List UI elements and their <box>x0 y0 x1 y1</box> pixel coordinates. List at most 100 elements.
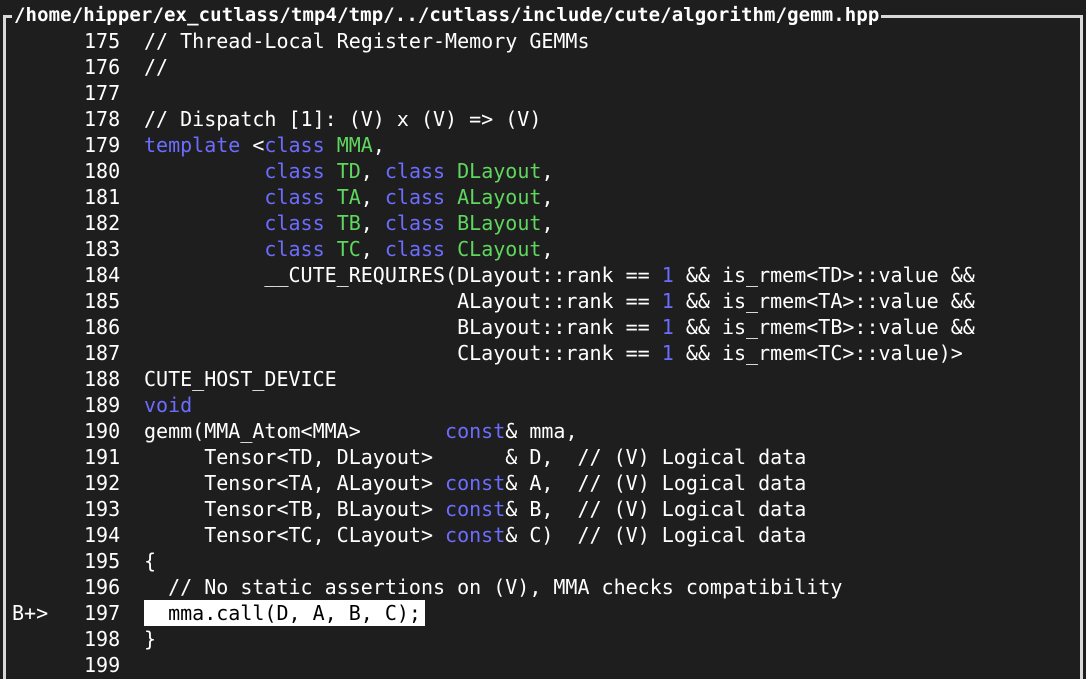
source-line[interactable]: 190 gemm(MMA_Atom<MMA> const& mma, <box>0 418 1086 444</box>
line-number: 189 <box>84 393 121 417</box>
code-token: class <box>264 237 325 261</box>
source-line[interactable]: 189 void <box>0 392 1086 418</box>
source-line[interactable]: 186 BLayout::rank == 1 && is_rmem<TB>::v… <box>0 314 1086 340</box>
code-token: class <box>384 185 446 209</box>
code-token: class <box>264 133 325 157</box>
source-line[interactable]: 199 <box>0 652 1086 678</box>
code-token: TB <box>336 211 361 235</box>
code-token: const <box>445 419 506 443</box>
line-number: 195 <box>84 549 121 573</box>
code-token: // No static assertions on (V), MMA chec… <box>144 575 843 599</box>
source-text: Tensor<TC, CLayout> const& C) // (V) Log… <box>144 522 806 548</box>
source-line[interactable]: 177 <box>0 80 1086 106</box>
source-line[interactable]: 182 class TB, class BLayout, <box>0 210 1086 236</box>
source-line[interactable]: 187 CLayout::rank == 1 && is_rmem<TC>::v… <box>0 340 1086 366</box>
source-text: class TA, class ALayout, <box>144 184 553 210</box>
line-number: 196 <box>84 575 121 599</box>
source-line[interactable]: 192 Tensor<TA, ALayout> const& A, // (V)… <box>0 470 1086 496</box>
code-token: & A, // (V) Logical data <box>505 471 807 495</box>
source-text: // <box>144 54 168 80</box>
source-text: gemm(MMA_Atom<MMA> const& mma, <box>144 418 578 444</box>
code-token: , <box>541 211 554 235</box>
line-number: 188 <box>84 367 121 391</box>
source-text: void <box>144 392 192 418</box>
line-number: 199 <box>84 653 121 677</box>
current-source-line[interactable]: B+> 197 mma.call(D, A, B, C); <box>0 600 1086 626</box>
code-token: { <box>144 549 157 573</box>
code-token: , <box>360 211 385 235</box>
code-token: // <box>144 55 169 79</box>
code-token: __CUTE_REQUIRES(DLayout::rank == <box>144 263 662 287</box>
source-code-pane[interactable]: 175 // Thread-Local Register-Memory GEMMs… <box>0 28 1086 678</box>
source-line[interactable]: 179 template <class MMA, <box>0 132 1086 158</box>
line-number: 178 <box>84 107 121 131</box>
source-text: ALayout::rank == 1 && is_rmem<TA>::value… <box>144 288 975 314</box>
source-line[interactable]: 184 __CUTE_REQUIRES(DLayout::rank == 1 &… <box>0 262 1086 288</box>
code-token: & B, // (V) Logical data <box>505 497 807 521</box>
source-line[interactable]: 178 // Dispatch [1]: (V) x (V) => (V) <box>0 106 1086 132</box>
code-token: ALayout::rank == <box>144 289 662 313</box>
line-number: 179 <box>84 133 121 157</box>
line-number: 191 <box>84 445 121 469</box>
code-token: void <box>144 393 193 417</box>
source-line[interactable]: 175 // Thread-Local Register-Memory GEMMs <box>0 28 1086 54</box>
line-number: 183 <box>84 237 121 261</box>
source-text: // Thread-Local Register-Memory GEMMs <box>144 28 590 54</box>
source-line[interactable]: 191 Tensor<TD, DLayout> & D, // (V) Logi… <box>0 444 1086 470</box>
code-token: && is_rmem<TA>::value && <box>673 289 975 313</box>
code-token: template <box>144 133 241 157</box>
code-token: class <box>384 211 446 235</box>
source-line[interactable]: 185 ALayout::rank == 1 && is_rmem<TA>::v… <box>0 288 1086 314</box>
code-token: class <box>264 211 325 235</box>
code-token: < <box>240 133 265 157</box>
source-text: template <class MMA, <box>144 132 385 158</box>
code-token: 1 <box>661 289 674 313</box>
source-text: } <box>144 626 156 652</box>
source-text: // No static assertions on (V), MMA chec… <box>144 574 842 600</box>
code-token: && is_rmem<TC>::value)> <box>673 341 963 365</box>
code-token: TD <box>336 159 361 183</box>
code-token: CLayout::rank == <box>144 341 662 365</box>
code-token: & C) // (V) Logical data <box>505 523 807 547</box>
code-token: const <box>445 497 506 521</box>
line-number: 181 <box>84 185 121 209</box>
code-token: class <box>384 237 446 261</box>
code-token: CLayout <box>457 237 542 261</box>
code-token: class <box>384 159 446 183</box>
code-token: Tensor<TA, ALayout> <box>144 471 446 495</box>
source-text: CUTE_HOST_DEVICE <box>144 366 337 392</box>
source-text: __CUTE_REQUIRES(DLayout::rank == 1 && is… <box>144 262 974 288</box>
source-line[interactable]: 193 Tensor<TB, BLayout> const& B, // (V)… <box>0 496 1086 522</box>
source-line[interactable]: 198} <box>0 626 1086 652</box>
source-line[interactable]: 176 // <box>0 54 1086 80</box>
source-line[interactable]: 194 Tensor<TC, CLayout> const& C) // (V)… <box>0 522 1086 548</box>
source-file-title: /home/hipper/ex_cutlass/tmp4/tmp/../cutl… <box>12 2 882 28</box>
source-line[interactable]: 183 class TC, class CLayout, <box>0 236 1086 262</box>
source-line[interactable]: 180 class TD, class DLayout, <box>0 158 1086 184</box>
line-number: 185 <box>84 289 121 313</box>
code-token: TA <box>336 185 361 209</box>
source-text: class TC, class CLayout, <box>144 236 553 262</box>
code-token: Tensor<TB, BLayout> <box>144 497 446 521</box>
code-token: 1 <box>661 315 674 339</box>
code-token: BLayout::rank == <box>144 315 662 339</box>
source-line[interactable]: 196 // No static assertions on (V), MMA … <box>0 574 1086 600</box>
source-line[interactable]: 181 class TA, class ALayout, <box>0 184 1086 210</box>
line-number: 186 <box>84 315 121 339</box>
code-token: DLayout <box>457 159 542 183</box>
source-line[interactable]: 195 { <box>0 548 1086 574</box>
line-number: 184 <box>84 263 121 287</box>
code-token: 1 <box>661 341 674 365</box>
code-token: , <box>360 159 385 183</box>
code-token: TC <box>336 237 361 261</box>
source-text: CLayout::rank == 1 && is_rmem<TC>::value… <box>144 340 963 366</box>
code-token: CUTE_HOST_DEVICE <box>144 367 337 391</box>
source-line[interactable]: 188 CUTE_HOST_DEVICE <box>0 366 1086 392</box>
source-text: Tensor<TA, ALayout> const& A, // (V) Log… <box>144 470 806 496</box>
